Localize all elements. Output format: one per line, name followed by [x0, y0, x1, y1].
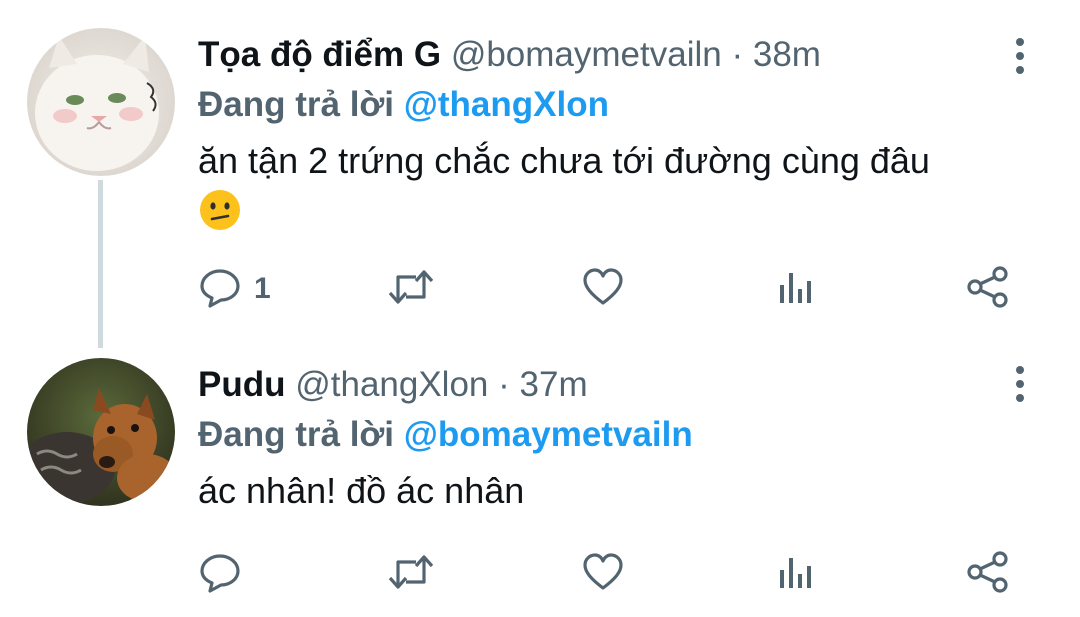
tweet-header: Tọa độ điểm G @bomaymetvailn · 38m: [198, 30, 1020, 80]
tweet[interactable]: Tọa độ điểm G @bomaymetvailn · 38m Đang …: [0, 0, 1080, 348]
tweet-content: Tọa độ điểm G @bomaymetvailn · 38m Đang …: [198, 30, 1020, 245]
reply-button[interactable]: 1: [198, 265, 271, 313]
thread-connector-line: [98, 180, 103, 348]
retweet-button[interactable]: [386, 265, 436, 313]
retweet-icon: [386, 550, 436, 599]
reply-icon: [198, 265, 242, 314]
like-button[interactable]: [581, 550, 625, 598]
tweet-text: ăn tận 2 trứng chắc chưa tới đường cùng …: [198, 136, 1020, 245]
share-icon: [966, 265, 1010, 314]
more-vertical-icon[interactable]: [1008, 36, 1032, 76]
like-button[interactable]: [581, 265, 625, 313]
views-button[interactable]: [776, 265, 816, 313]
avatar[interactable]: [27, 28, 175, 176]
separator: ·: [731, 35, 744, 74]
timestamp[interactable]: 38m: [753, 35, 821, 74]
replying-to-label: Đang trả lời: [198, 85, 395, 124]
views-icon: [776, 550, 816, 599]
reply-count: 1: [254, 272, 271, 305]
tweet-content: Pudu @thangXlon · 37m Đang trả lời @boma…: [198, 360, 1020, 516]
share-button[interactable]: [966, 550, 1010, 598]
confused-face-emoji: [198, 188, 242, 245]
replying-to: Đang trả lời @thangXlon: [198, 80, 1020, 130]
reply-icon: [198, 550, 242, 599]
more-vertical-icon[interactable]: [1008, 364, 1032, 404]
tweet-header: Pudu @thangXlon · 37m: [198, 360, 1020, 410]
mention-link[interactable]: @bomaymetvailn: [404, 415, 693, 454]
action-bar: [198, 550, 1018, 598]
share-button[interactable]: [966, 265, 1010, 313]
mention-link[interactable]: @thangXlon: [404, 85, 609, 124]
heart-icon: [581, 550, 625, 599]
tweet-text-body: ác nhân! đồ ác nhân: [198, 470, 525, 511]
avatar[interactable]: [27, 358, 175, 506]
reply-button[interactable]: [198, 550, 254, 598]
retweet-icon: [386, 265, 436, 314]
replying-to-label: Đang trả lời: [198, 415, 395, 454]
retweet-button[interactable]: [386, 550, 436, 598]
tweet-text: ác nhân! đồ ác nhân: [198, 466, 1020, 516]
separator: ·: [498, 365, 510, 404]
heart-icon: [581, 265, 625, 314]
display-name[interactable]: Tọa độ điểm G: [198, 35, 441, 74]
handle[interactable]: @thangXlon: [295, 365, 488, 404]
display-name[interactable]: Pudu: [198, 365, 285, 404]
views-button[interactable]: [776, 550, 816, 598]
views-icon: [776, 265, 816, 314]
timestamp[interactable]: 37m: [520, 365, 588, 404]
handle[interactable]: @bomaymetvailn: [451, 35, 722, 74]
tweet[interactable]: Pudu @thangXlon · 37m Đang trả lời @boma…: [0, 345, 1080, 617]
tweet-text-body: ăn tận 2 trứng chắc chưa tới đường cùng …: [198, 140, 930, 181]
action-bar: 1: [198, 265, 1018, 313]
share-icon: [966, 550, 1010, 599]
replying-to: Đang trả lời @bomaymetvailn: [198, 410, 1020, 460]
